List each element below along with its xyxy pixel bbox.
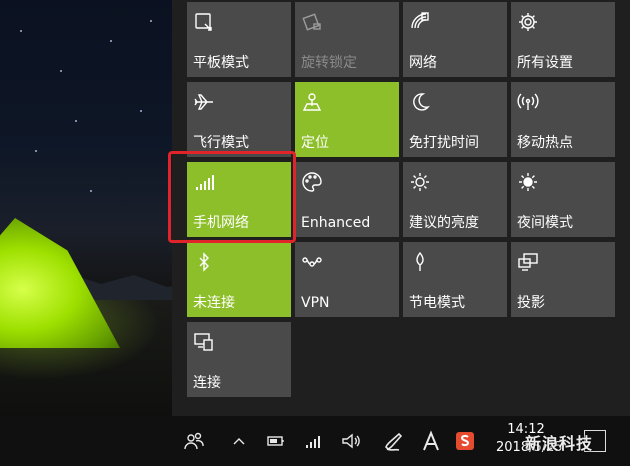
tile-rotation-lock[interactable]: 旋转锁定: [295, 2, 399, 77]
tablet-mode-icon: [193, 11, 215, 33]
tile-project[interactable]: 投影: [511, 242, 615, 317]
hotspot-icon: [517, 91, 539, 113]
night-light-icon: [517, 171, 539, 193]
volume-icon[interactable]: [339, 429, 363, 453]
tile-cellular[interactable]: 手机网络: [187, 162, 291, 237]
cellular-icon: [193, 171, 215, 193]
tile-label: 网络: [409, 55, 437, 71]
people-icon[interactable]: [182, 429, 206, 453]
desktop-wallpaper: [0, 0, 172, 416]
signal-icon[interactable]: [302, 429, 326, 453]
network-icon: [409, 11, 431, 33]
tile-night-light[interactable]: 夜间模式: [511, 162, 615, 237]
glowing-tent: [0, 218, 120, 348]
tile-mobile-hotspot[interactable]: 移动热点: [511, 82, 615, 157]
tile-enhanced[interactable]: Enhanced: [295, 162, 399, 237]
tile-label: VPN: [301, 295, 330, 311]
tile-label: 连接: [193, 375, 221, 391]
tile-suggested-brightness[interactable]: 建议的亮度: [403, 162, 507, 237]
tile-label: 平板模式: [193, 55, 249, 71]
tile-label: 未连接: [193, 295, 235, 311]
tile-connect[interactable]: 连接: [187, 322, 291, 397]
tile-label: 所有设置: [517, 55, 573, 71]
palette-icon: [301, 171, 323, 193]
airplane-icon: [193, 91, 215, 113]
tile-label: 夜间模式: [517, 215, 573, 231]
battery-saver-icon: [409, 251, 431, 273]
tile-label: 免打扰时间: [409, 135, 479, 151]
settings-gear-icon: [517, 11, 539, 33]
tile-battery-saver[interactable]: 节电模式: [403, 242, 507, 317]
pen-icon[interactable]: [383, 429, 407, 453]
rotation-lock-icon: [301, 11, 323, 33]
desktop-screen: 平板模式 旋转锁定 网络 所有设置 飞行模式 定位 免打扰时间 移动热点 手机网…: [0, 0, 630, 466]
tile-label: Enhanced: [301, 215, 371, 231]
moon-icon: [409, 91, 431, 113]
tile-vpn[interactable]: VPN: [295, 242, 399, 317]
tile-all-settings[interactable]: 所有设置: [511, 2, 615, 77]
tile-quiet-hours[interactable]: 免打扰时间: [403, 82, 507, 157]
tile-label: 节电模式: [409, 295, 465, 311]
bluetooth-icon: [193, 251, 215, 273]
brightness-icon: [409, 171, 431, 193]
tile-location[interactable]: 定位: [295, 82, 399, 157]
font-a-icon[interactable]: [419, 429, 443, 453]
chevron-up-icon[interactable]: [227, 429, 251, 453]
sogou-ime-icon[interactable]: [453, 429, 477, 453]
tile-label: 飞行模式: [193, 135, 249, 151]
tile-tablet-mode[interactable]: 平板模式: [187, 2, 291, 77]
tile-bluetooth[interactable]: 未连接: [187, 242, 291, 317]
watermark-text: 新浪科技: [525, 434, 594, 453]
tile-airplane-mode[interactable]: 飞行模式: [187, 82, 291, 157]
tile-label: 手机网络: [193, 215, 249, 231]
tile-label: 移动热点: [517, 135, 573, 151]
tile-network[interactable]: 网络: [403, 2, 507, 77]
location-icon: [301, 91, 323, 113]
tile-label: 定位: [301, 135, 329, 151]
tile-label: 投影: [517, 295, 545, 311]
battery-icon[interactable]: [264, 429, 288, 453]
project-icon: [517, 251, 539, 273]
action-center-panel: 平板模式 旋转锁定 网络 所有设置 飞行模式 定位 免打扰时间 移动热点 手机网…: [172, 0, 630, 416]
vpn-icon: [301, 251, 323, 273]
tile-label: 旋转锁定: [301, 55, 357, 71]
connect-icon: [193, 331, 215, 353]
tile-label: 建议的亮度: [409, 215, 479, 231]
